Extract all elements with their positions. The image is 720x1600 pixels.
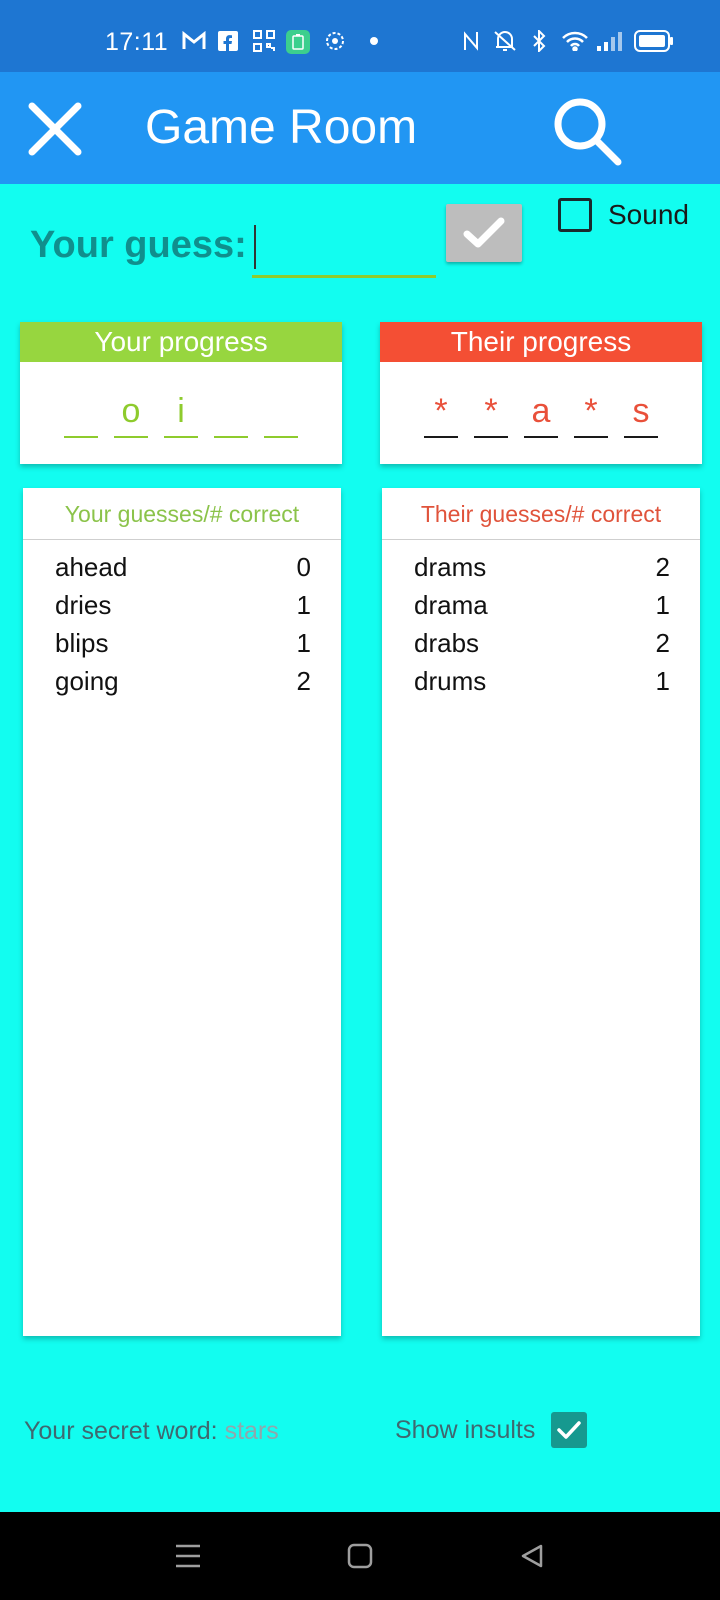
secret-word-label: Your secret word: [24,1417,218,1445]
letter-slot: * [474,388,508,438]
wifi-icon [562,30,588,52]
correct-count: 1 [296,628,311,658]
text-cursor [254,225,256,269]
your-progress-letters: o i [20,388,342,438]
correct-count: 1 [655,590,670,620]
dot-icon [370,30,378,52]
sound-checkbox[interactable] [558,198,592,232]
list-item: blips 1 [23,624,341,662]
your-progress-card: Your progress o i [20,322,342,464]
page-title: Game Room [145,101,418,154]
status-time: 17:11 [105,28,169,56]
correct-count: 1 [655,666,670,696]
search-icon[interactable] [548,92,628,172]
submit-guess-button[interactable] [446,204,522,262]
secret-word: stars [224,1417,279,1445]
guess-word: drama [414,590,488,620]
letter-slot [264,388,298,438]
list-item: going 2 [23,662,341,700]
correct-count: 2 [296,666,311,696]
guess-word: drams [414,552,487,582]
their-guesses-header: Their guesses/# correct [382,488,700,540]
their-progress-header: Their progress [380,322,702,362]
facebook-icon [218,30,238,52]
your-guesses-list: Your guesses/# correct ahead 0 dries 1 bli… [23,488,341,1336]
letter-slot: * [424,388,458,438]
list-item: drams 2 [382,548,700,586]
guess-word: going [55,666,119,696]
letter-slot: o [114,388,148,438]
letter-slot: a [524,388,558,438]
nfc-icon [462,30,480,52]
show-insults-checkbox[interactable] [551,1412,588,1448]
their-progress-card: Their progress * * a * s [380,322,702,464]
mute-icon [492,30,518,52]
bluetooth-icon [532,30,546,52]
guess-word: drums [414,666,487,696]
list-item: drabs 2 [382,624,700,662]
their-progress-letters: * * a * s [380,388,702,438]
list-item: drama 1 [382,586,700,624]
letter-slot [64,388,98,438]
list-item: ahead 0 [23,548,341,586]
gmail-icon [182,30,206,52]
guess-input[interactable] [252,222,436,278]
back-icon[interactable] [512,1536,552,1576]
app-bar: Game Room [0,72,720,184]
list-item: drums 1 [382,662,700,700]
app-icon [324,30,346,52]
your-progress-header: Your progress [20,322,342,362]
letter-slot [214,388,248,438]
show-insults-label: Show insults [395,1415,536,1444]
correct-count: 2 [655,628,670,658]
letter-slot: i [164,388,198,438]
battery-icon [634,30,674,52]
guess-word: drabs [414,628,480,658]
correct-count: 2 [655,552,670,582]
correct-count: 1 [296,590,311,620]
qr-icon [253,30,275,52]
sound-toggle[interactable]: Sound [558,198,689,232]
your-guesses-header: Your guesses/# correct [23,488,341,540]
home-icon[interactable] [340,1536,380,1576]
menu-icon[interactable] [168,1536,208,1576]
status-bar: 17:11 [0,0,720,72]
show-insults-toggle[interactable]: Show insults [395,1412,588,1448]
letter-slot: s [624,388,658,438]
guess-label: Your guess: [30,224,247,266]
checkmark-icon [557,1421,582,1439]
sound-label: Sound [608,199,689,230]
guess-word: dries [55,590,112,620]
guess-word: ahead [55,552,128,582]
guess-word: blips [55,628,109,658]
correct-count: 0 [296,552,311,582]
navigation-bar [0,1512,720,1600]
list-item: dries 1 [23,586,341,624]
signal-icon [596,30,622,52]
close-icon[interactable] [20,94,90,164]
battery-saver-icon [286,30,310,54]
their-guesses-list: Their guesses/# correct drams 2 drama 1 dr… [382,488,700,1336]
checkmark-icon [463,217,505,248]
letter-slot: * [574,388,608,438]
secret-word-display: Your secret word: stars [24,1417,279,1446]
